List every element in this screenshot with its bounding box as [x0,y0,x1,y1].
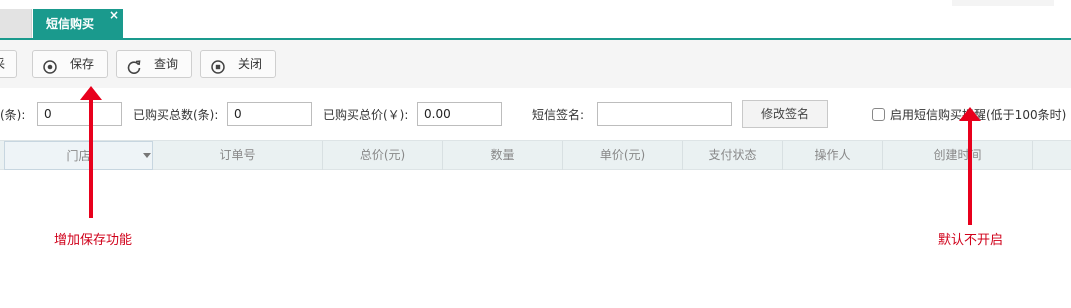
corner-decoration [952,0,1054,6]
save-label: 保存 [70,57,95,71]
tab-label: 短信购买 [46,17,95,31]
toolbar: 采 保存 查询 关闭 [0,40,1071,88]
close-icon[interactable]: × [109,0,119,30]
save-icon [43,57,57,74]
tab-bar: 短信购买 × [0,0,1071,40]
tab-previous[interactable] [0,9,32,38]
col-unit-price[interactable]: 单价(元) [563,141,683,170]
save-button[interactable]: 保存 [32,50,108,78]
signature-field[interactable] [597,102,732,126]
toolbar-cut-button[interactable]: 采 [0,50,17,78]
query-label: 查询 [154,57,179,71]
col-total-price[interactable]: 总价(元) [323,141,443,170]
query-button[interactable]: 查询 [116,50,192,78]
stop-icon [211,57,225,74]
tab-sms-purchase[interactable]: 短信购买 × [33,8,123,39]
col-created-time[interactable]: 创建时间 [883,141,1033,170]
refresh-icon [127,57,141,74]
annotation-reminder-note: 默认不开启 [938,233,1004,248]
chevron-down-icon[interactable] [143,153,151,158]
total-price-label: 已购买总价(￥): [323,108,409,122]
reminder-checkbox[interactable] [872,108,885,121]
grid-header: 门店 订单号 总价(元) 数量 单价(元) 支付状态 操作人 创建时间 [0,140,1071,170]
close-label: 关闭 [238,57,263,71]
annotation-arrow-reminder [959,107,981,225]
close-button[interactable]: 关闭 [200,50,276,78]
annotation-save-note: 增加保存功能 [54,233,133,248]
toolbar-cut-label: 采 [0,51,5,77]
annotation-arrow-save [80,86,102,218]
total-count-field[interactable] [227,102,312,126]
col-quantity[interactable]: 数量 [443,141,563,170]
col-operator[interactable]: 操作人 [783,141,883,170]
col-pay-status[interactable]: 支付状态 [683,141,783,170]
col-store[interactable]: 门店 [4,141,153,170]
total-count-label: 已购买总数(条): [133,108,219,122]
count-label: (条): [0,108,26,122]
total-price-field[interactable] [417,102,502,126]
signature-label: 短信签名: [532,108,585,122]
modify-signature-button[interactable]: 修改签名 [742,100,828,128]
col-order-no[interactable]: 订单号 [153,141,323,170]
